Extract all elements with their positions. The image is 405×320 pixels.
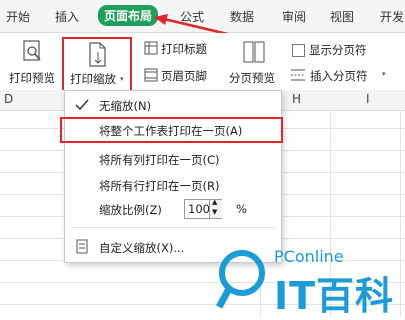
grid-line <box>400 110 401 317</box>
insert-page-break-button[interactable]: 插入分页符 ▾ <box>290 67 390 85</box>
menu-item-label: 无缩放(N) <box>99 99 152 113</box>
print-scale-icon <box>89 42 106 67</box>
menu-item-label: 将整个工作表打印在一页(A) <box>99 124 243 138</box>
show-page-breaks-label: 显示分页符 <box>309 43 367 57</box>
custom-scale-icon <box>76 239 88 254</box>
insert-page-break-icon <box>291 69 305 81</box>
insert-page-break-label: 插入分页符 <box>310 69 368 83</box>
spin-up-icon[interactable]: ▲ <box>212 198 217 206</box>
pconline-name: IT百科 <box>274 274 395 318</box>
scale-ratio-label: 缩放比例(Z) <box>99 203 162 217</box>
print-titles-icon <box>144 41 158 55</box>
page-break-preview-button[interactable]: 分页预览 <box>228 38 280 88</box>
header-footer-label: 页眉页脚 <box>161 69 207 83</box>
header-footer-icon <box>144 68 158 82</box>
page-break-preview-label: 分页预览 <box>229 71 275 85</box>
tab-developer[interactable]: 开发 <box>380 8 404 25</box>
checkmark-icon <box>75 99 89 111</box>
menu-item-label: 自定义缩放(X)... <box>99 241 185 255</box>
tab-view[interactable]: 视图 <box>330 8 354 25</box>
pconline-logo-icon <box>216 250 265 309</box>
column-header-h[interactable]: H <box>292 92 301 106</box>
menu-item-label: 将所有列打印在一页(C) <box>99 153 220 167</box>
show-page-breaks-checkbox[interactable]: 显示分页符 <box>292 42 382 58</box>
scale-ratio-value: 100 <box>188 202 210 216</box>
chevron-down-icon: ▾ <box>120 75 124 83</box>
page-break-preview-icon <box>243 41 265 63</box>
tab-review[interactable]: 审阅 <box>282 8 306 25</box>
print-preview-button[interactable]: 打印预览 <box>8 38 60 88</box>
pconline-brand: PConline <box>274 247 344 266</box>
menu-item-fit-rows[interactable]: 将所有行打印在一页(R) <box>65 175 281 195</box>
print-scale-button[interactable]: 打印缩放 ▾ <box>62 37 132 95</box>
print-scale-menu: 无缩放(N) 将整个工作表打印在一页(A) 将所有列打印在一页(C) 将所有行打… <box>60 90 283 263</box>
checkbox-box <box>292 44 305 57</box>
menu-item-no-scale[interactable]: 无缩放(N) <box>65 95 281 115</box>
scale-unit-label: % <box>236 202 247 216</box>
pconline-watermark: PConline IT百科 <box>214 243 400 318</box>
scale-ratio-spinner[interactable]: ▲ ▼ <box>209 198 222 218</box>
tab-start[interactable]: 开始 <box>6 8 30 25</box>
column-header-i[interactable]: I <box>366 92 370 106</box>
menu-divider <box>71 227 275 228</box>
chevron-down-icon: ▾ <box>382 70 386 78</box>
menu-item-fit-columns[interactable]: 将所有列打印在一页(C) <box>65 149 281 169</box>
menu-item-label: 将所有行打印在一页(R) <box>99 179 220 193</box>
print-preview-icon <box>23 40 41 61</box>
header-footer-button[interactable]: 页眉页脚 <box>144 67 226 85</box>
spin-down-icon[interactable]: ▼ <box>212 208 217 216</box>
print-titles-button[interactable]: 打印标题 <box>144 40 224 58</box>
print-titles-label: 打印标题 <box>161 42 207 56</box>
print-preview-label: 打印预览 <box>9 71 55 85</box>
column-header-d[interactable]: D <box>4 92 13 106</box>
menu-item-fit-sheet[interactable]: 将整个工作表打印在一页(A) <box>60 117 283 143</box>
tab-insert[interactable]: 插入 <box>55 8 79 25</box>
print-scale-label: 打印缩放 <box>70 72 116 86</box>
tab-page-layout[interactable]: 页面布局 <box>98 5 159 26</box>
scale-ratio-input[interactable]: 100 ▲ ▼ <box>184 198 222 219</box>
